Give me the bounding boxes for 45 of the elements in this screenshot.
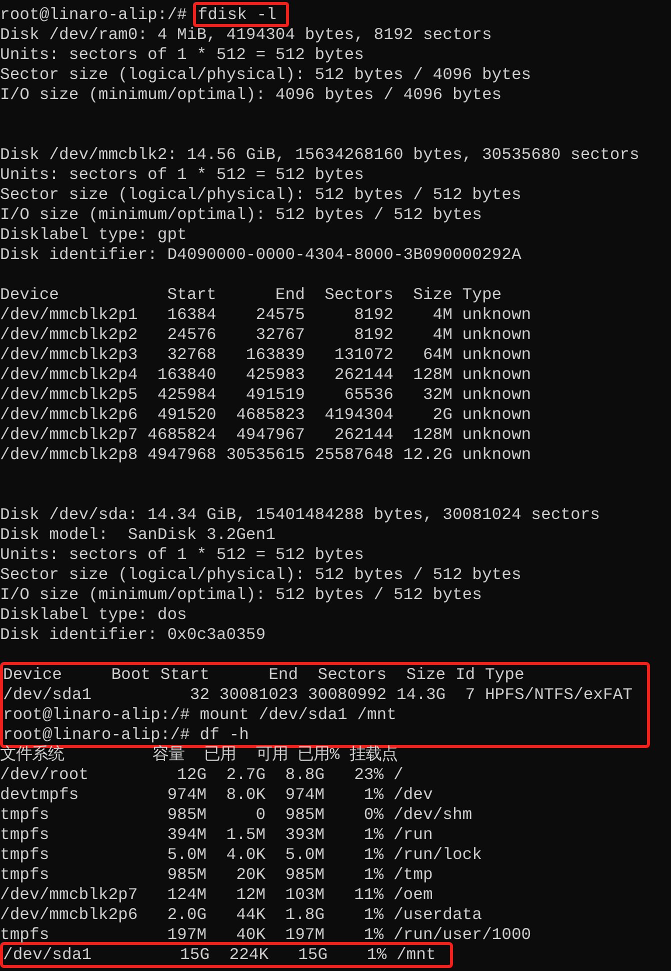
terminal-line: Disklabel type: gpt (0, 225, 188, 245)
terminal-line: /dev/mmcblk2p2 24576 32767 8192 4M unknown (0, 325, 532, 345)
terminal-line: /dev/mmcblk2p7 4685824 4947967 262144 128M unknown (0, 425, 532, 445)
shell-prompt: root@linaro-alip:/# (3, 725, 190, 744)
terminal-line: I/O size (minimum/optimal): 512 bytes / 512 bytes (0, 205, 483, 225)
shell-prompt: root@linaro-alip:/# (3, 705, 190, 724)
terminal-line: /dev/sda1 32 30081023 30080992 14.3G 7 HPFS/NTFS/exFAT (3, 685, 633, 705)
terminal-line: Units: sectors of 1 * 512 = 512 bytes (0, 45, 365, 65)
terminal-line: Disk /dev/ram0: 4 MiB, 4194304 bytes, 8192 sectors (0, 25, 493, 45)
terminal-line: Units: sectors of 1 * 512 = 512 bytes (0, 165, 365, 185)
terminal-line: /dev/sda1 15G 224K 15G 1% /mnt (3, 945, 436, 965)
shell-command: mount /dev/sda1 /mnt (200, 705, 396, 724)
terminal-line: Disk identifier: 0x0c3a0359 (0, 625, 267, 645)
terminal-line: tmpfs 197M 40K 197M 1% /run/user/1000 (0, 925, 532, 945)
shell-prompt: root@linaro-alip:/# (0, 5, 187, 24)
terminal-line: Sector size (logical/physical): 512 bytes / 4096 bytes (0, 65, 532, 85)
terminal-line: tmpfs 985M 20K 985M 1% /tmp (0, 865, 434, 885)
terminal-line: /dev/mmcblk2p5 425984 491519 65536 32M unknown (0, 385, 532, 405)
terminal-line: Disk /dev/sda: 14.34 GiB, 15401484288 bytes, 30081024 sectors (0, 505, 601, 525)
terminal-line: I/O size (minimum/optimal): 4096 bytes / 4096 bytes (0, 85, 503, 105)
terminal-line: /dev/mmcblk2p1 16384 24575 8192 4M unknown (0, 305, 532, 325)
shell-command: fdisk -l (192, 2, 290, 27)
terminal-line: tmpfs 5.0M 4.0K 5.0M 1% /run/lock (0, 845, 483, 865)
terminal-line: Disk model: SanDisk 3.2Gen1 (0, 525, 276, 545)
terminal-line: 文件系统 容量 已用 可用 已用% 挂载点 (0, 745, 398, 765)
terminal-line: Disklabel type: dos (0, 605, 188, 625)
terminal-line: /dev/mmcblk2p6 491520 4685823 4194304 2G unknown (0, 405, 532, 425)
terminal-line: /dev/mmcblk2p7 124M 12M 103M 11% /oem (0, 885, 434, 905)
terminal-line: Sector size (logical/physical): 512 bytes / 512 bytes (0, 565, 522, 585)
terminal-line: Disk /dev/mmcblk2: 14.56 GiB, 15634268160 bytes, 30535680 sectors (0, 145, 640, 165)
terminal-line: /dev/mmcblk2p6 2.0G 44K 1.8G 1% /userdata (0, 905, 483, 925)
terminal-line: /dev/mmcblk2p4 163840 425983 262144 128M unknown (0, 365, 532, 385)
shell-command: df -h (200, 725, 249, 744)
terminal-line: tmpfs 985M 0 985M 0% /dev/shm (0, 805, 474, 825)
terminal-line: Device Start End Sectors Size Type (0, 285, 503, 305)
terminal-line: Device Boot Start End Sectors Size Id Type (3, 665, 526, 685)
terminal-line: devtmpfs 974M 8.0K 974M 1% /dev (0, 785, 434, 805)
terminal-line: /dev/mmcblk2p3 32768 163839 131072 64M unknown (0, 345, 532, 365)
terminal-line: Sector size (logical/physical): 512 bytes / 512 bytes (0, 185, 522, 205)
terminal-line: tmpfs 394M 1.5M 393M 1% /run (0, 825, 434, 845)
terminal-line: I/O size (minimum/optimal): 512 bytes / 512 bytes (0, 585, 483, 605)
terminal-line: /dev/mmcblk2p8 4947968 30535615 25587648 12.2G unknown (0, 445, 532, 465)
terminal-line: /dev/root 12G 2.7G 8.8G 23% / (0, 765, 404, 785)
terminal-line: Disk identifier: D4090000-0000-4304-8000-3B090000292A (0, 245, 522, 265)
terminal-line: Units: sectors of 1 * 512 = 512 bytes (0, 545, 365, 565)
